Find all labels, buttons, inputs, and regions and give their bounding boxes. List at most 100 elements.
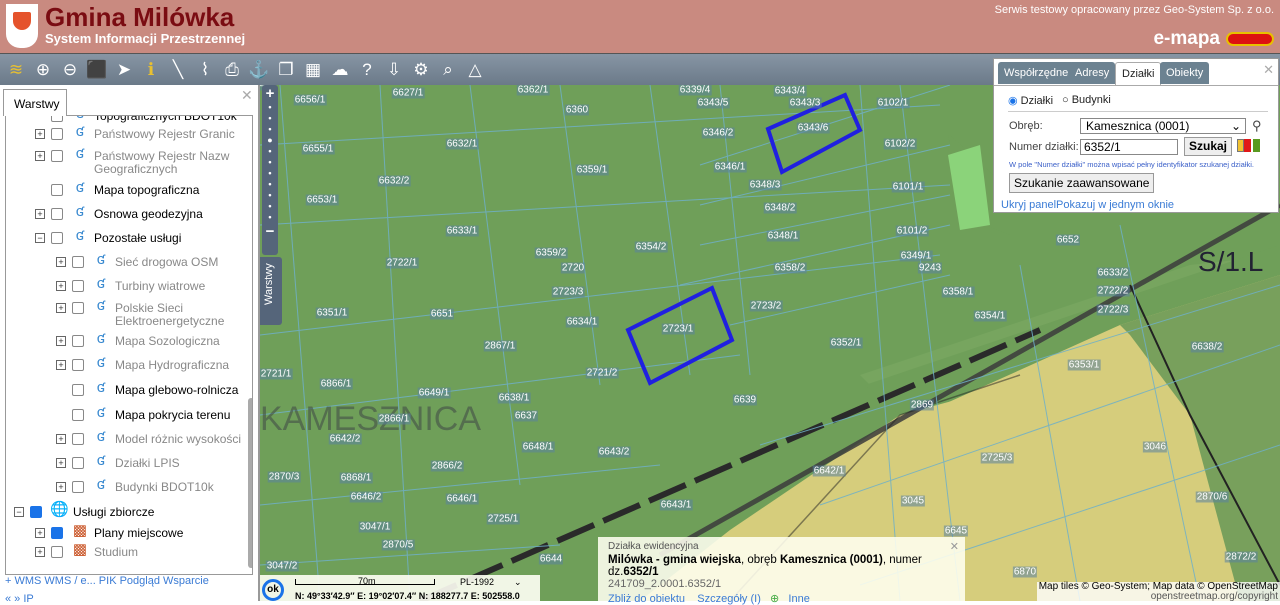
layer-item[interactable]: + ʛ Budynki BDOT10k [56,477,252,496]
layer-checkbox[interactable] [51,116,63,122]
layer-item[interactable]: + ʛ Państwowy Rejestr Nazw Geograficznych [35,146,252,176]
tab-adresy[interactable]: Adresy [1069,62,1116,84]
expand-toggle[interactable]: + [35,129,45,139]
layer-item[interactable]: ʛ Mapa topograficzna [35,180,252,199]
expand-toggle[interactable]: + [56,281,66,291]
panel-nav-links[interactable]: « » IP [5,593,255,605]
layer-item[interactable]: ʛTopograficznych BDOT10k [35,116,252,125]
layer-checkbox[interactable] [72,384,84,396]
layer-item[interactable]: + ʛ Polskie Sieci Elektroenergetyczne [56,298,252,328]
hide-panel-link[interactable]: Ukryj panel [1001,199,1056,211]
highlight-color-picker[interactable] [1237,139,1260,152]
szukaj-button[interactable]: Szukaj [1184,137,1232,156]
tab-obiekty[interactable]: Obiekty [1160,62,1210,84]
layer-checkbox[interactable] [51,232,63,244]
expand-toggle[interactable]: + [35,547,45,557]
zoom-slider[interactable]: + • • • ● • • • • • • • − [262,85,278,255]
ok-button[interactable]: ok [262,579,284,601]
obreb-select[interactable]: Kamesznica (0001) ⌄ [1080,118,1246,134]
expand-toggle[interactable]: + [56,360,66,370]
zoom-in-icon[interactable]: ⊕ [31,58,55,82]
expand-toggle[interactable]: + [35,151,45,161]
layer-item[interactable]: + ʛ Model różnic wysokości [56,429,252,448]
expand-toggle[interactable]: − [35,233,45,243]
panel-links[interactable]: + WMS WMS / e... PIK Podgląd Wsparcie [5,575,209,587]
layer-item[interactable]: + ʛ Państwowy Rejestr Granic [35,124,252,143]
layer-checkbox[interactable] [72,256,84,268]
zoom-levels[interactable]: • • • ● • • • • • • • [262,102,278,223]
numer-dzialki-input[interactable]: 6352/1 [1080,139,1178,155]
radio-budynki[interactable]: ○ Budynki [1062,94,1111,106]
layers-icon[interactable]: ≋ [4,58,28,82]
layer-checkbox[interactable] [72,359,84,371]
tab-wspolrzedne[interactable]: Współrzędne [998,62,1075,84]
expand-toggle[interactable]: − [14,507,24,517]
close-icon[interactable]: ✕ [1263,62,1274,78]
layer-checkbox[interactable] [72,481,84,493]
zoom-to-object-link[interactable]: Zbliż do obiektu [608,593,685,605]
layer-checkbox[interactable] [51,527,63,539]
cloud-download-icon[interactable]: ⇩ [382,58,406,82]
layer-checkbox[interactable] [51,546,63,558]
measure-area-icon[interactable]: ⌇ [193,58,217,82]
layer-item[interactable]: − 🌐 Usługi zbiorcze [14,502,252,521]
more-link[interactable]: Inne [788,593,809,605]
crs-select[interactable]: PL-1992 ⌄ [460,577,522,588]
close-popup-icon[interactable]: ✕ [950,540,959,553]
expand-toggle[interactable]: + [56,482,66,492]
layer-item[interactable]: + ʛ Sieć drogowa OSM [56,252,252,271]
expand-toggle[interactable]: + [35,528,45,538]
layer-checkbox[interactable] [51,150,63,162]
copy-icon[interactable]: ❐ [274,58,298,82]
layer-item[interactable]: + ▩ Plany miejscowe [35,523,252,542]
print-icon[interactable]: ⎙ [220,58,244,82]
layer-item[interactable]: + ▩ Studium [35,542,252,561]
expand-toggle[interactable]: + [56,303,66,313]
one-window-link[interactable]: Pokazuj w jednym oknie [1056,199,1174,211]
layer-checkbox[interactable] [72,302,84,314]
settings-icon[interactable]: ⚙ [409,58,433,82]
layer-item[interactable]: − ʛ Pozostałe usługi [35,228,252,247]
expand-toggle[interactable]: + [35,209,45,219]
radio-dzialki[interactable]: ◉ Działki [1008,94,1053,107]
layers-side-tab[interactable]: Warstwy [260,257,282,325]
layer-checkbox[interactable] [72,409,84,421]
tab-dzialki[interactable]: Działki [1115,62,1162,86]
layer-checkbox[interactable] [72,280,84,292]
layer-item[interactable]: + ʛ Osnowa geodezyjna [35,204,252,223]
measure-distance-icon[interactable]: ╲ [166,58,190,82]
layer-item[interactable]: + ʛ Mapa Hydrograficzna [56,355,252,374]
close-panel-icon[interactable]: ✕ [241,87,253,104]
plus-circle-icon[interactable]: ⊕ [770,593,779,605]
details-link[interactable]: Szczegóły (I) [697,593,761,605]
help-icon[interactable]: ? [355,58,379,82]
layer-item[interactable]: + ʛ Działki LPIS [56,453,252,472]
layer-checkbox[interactable] [72,433,84,445]
layer-checkbox[interactable] [72,457,84,469]
select-arrow-icon[interactable]: ➤ [112,58,136,82]
info-icon[interactable]: ℹ [139,58,163,82]
full-extent-icon[interactable]: ⬛ [85,58,109,82]
layer-item[interactable]: + ʛ Turbiny wiatrowe [56,276,252,295]
layer-item[interactable]: + ʛ Mapa Sozologiczna [56,331,252,350]
zoom-out-icon[interactable]: ⊖ [58,58,82,82]
expand-toggle[interactable]: + [56,434,66,444]
pin-icon[interactable]: ⚓ [247,58,271,82]
expand-toggle[interactable]: + [56,257,66,267]
search-icon[interactable]: ⚲ [1252,118,1262,134]
expand-toggle[interactable]: + [56,336,66,346]
zoom-out-button[interactable]: − [262,223,278,240]
layer-checkbox[interactable] [51,208,63,220]
advanced-search-button[interactable]: Szukanie zaawansowane [1009,173,1155,193]
zoom-in-button[interactable]: + [262,85,278,102]
shape-icon[interactable]: ☁ [328,58,352,82]
tab-warstwy[interactable]: Warstwy [3,89,67,116]
search-map-icon[interactable]: ⌕ [436,58,460,82]
layer-item[interactable]: ʛ Mapa pokrycia terenu [56,405,252,424]
layer-checkbox[interactable] [51,128,63,140]
layer-item[interactable]: ʛ Mapa glebowo-rolnicza [56,380,252,399]
layer-checkbox[interactable] [30,506,42,518]
layer-checkbox[interactable] [72,335,84,347]
triangle-icon[interactable]: △ [463,58,487,82]
layout-icon[interactable]: ▦ [301,58,325,82]
